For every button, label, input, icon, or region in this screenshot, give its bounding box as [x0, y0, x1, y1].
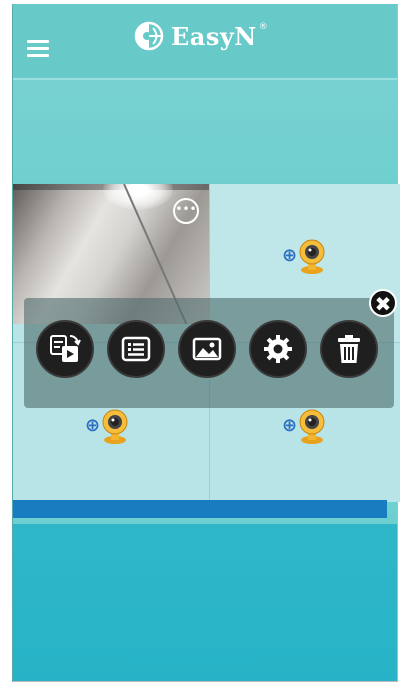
image-gallery-button[interactable] — [178, 320, 236, 378]
brand-name: EasyN — [171, 21, 257, 51]
device-info-button[interactable] — [107, 320, 165, 378]
globe-logo-icon — [134, 21, 164, 51]
delete-button[interactable] — [320, 320, 378, 378]
camera-action-toolbar — [24, 298, 394, 408]
registered-mark: ® — [258, 22, 268, 32]
image-gallery-icon — [192, 337, 222, 361]
camera-icon — [102, 409, 128, 444]
add-camera-button[interactable]: ⊕ — [282, 409, 326, 451]
more-options-icon[interactable]: ••• — [173, 198, 199, 224]
add-plus-icon: ⊕ — [85, 415, 101, 436]
brand-logo: EasyN ® — [133, 16, 268, 56]
device-info-list-icon — [121, 336, 151, 362]
camera-icon — [299, 239, 325, 274]
hamburger-menu-icon[interactable] — [27, 40, 49, 58]
settings-button[interactable] — [249, 320, 307, 378]
grid-divider-bar — [13, 500, 387, 518]
playback-switch-icon — [50, 334, 81, 362]
playback-switch-button[interactable] — [36, 320, 94, 378]
delete-trash-icon — [338, 335, 360, 363]
close-toolbar-icon[interactable]: ✖ — [369, 289, 397, 317]
camera-icon — [299, 409, 325, 444]
add-plus-icon: ⊕ — [282, 245, 298, 266]
settings-gear-icon — [264, 335, 292, 363]
add-camera-button[interactable]: ⊕ — [282, 239, 326, 281]
add-camera-button[interactable]: ⊕ — [85, 409, 129, 451]
add-plus-icon: ⊕ — [282, 415, 298, 436]
top-bar: EasyN ® — [13, 4, 397, 80]
